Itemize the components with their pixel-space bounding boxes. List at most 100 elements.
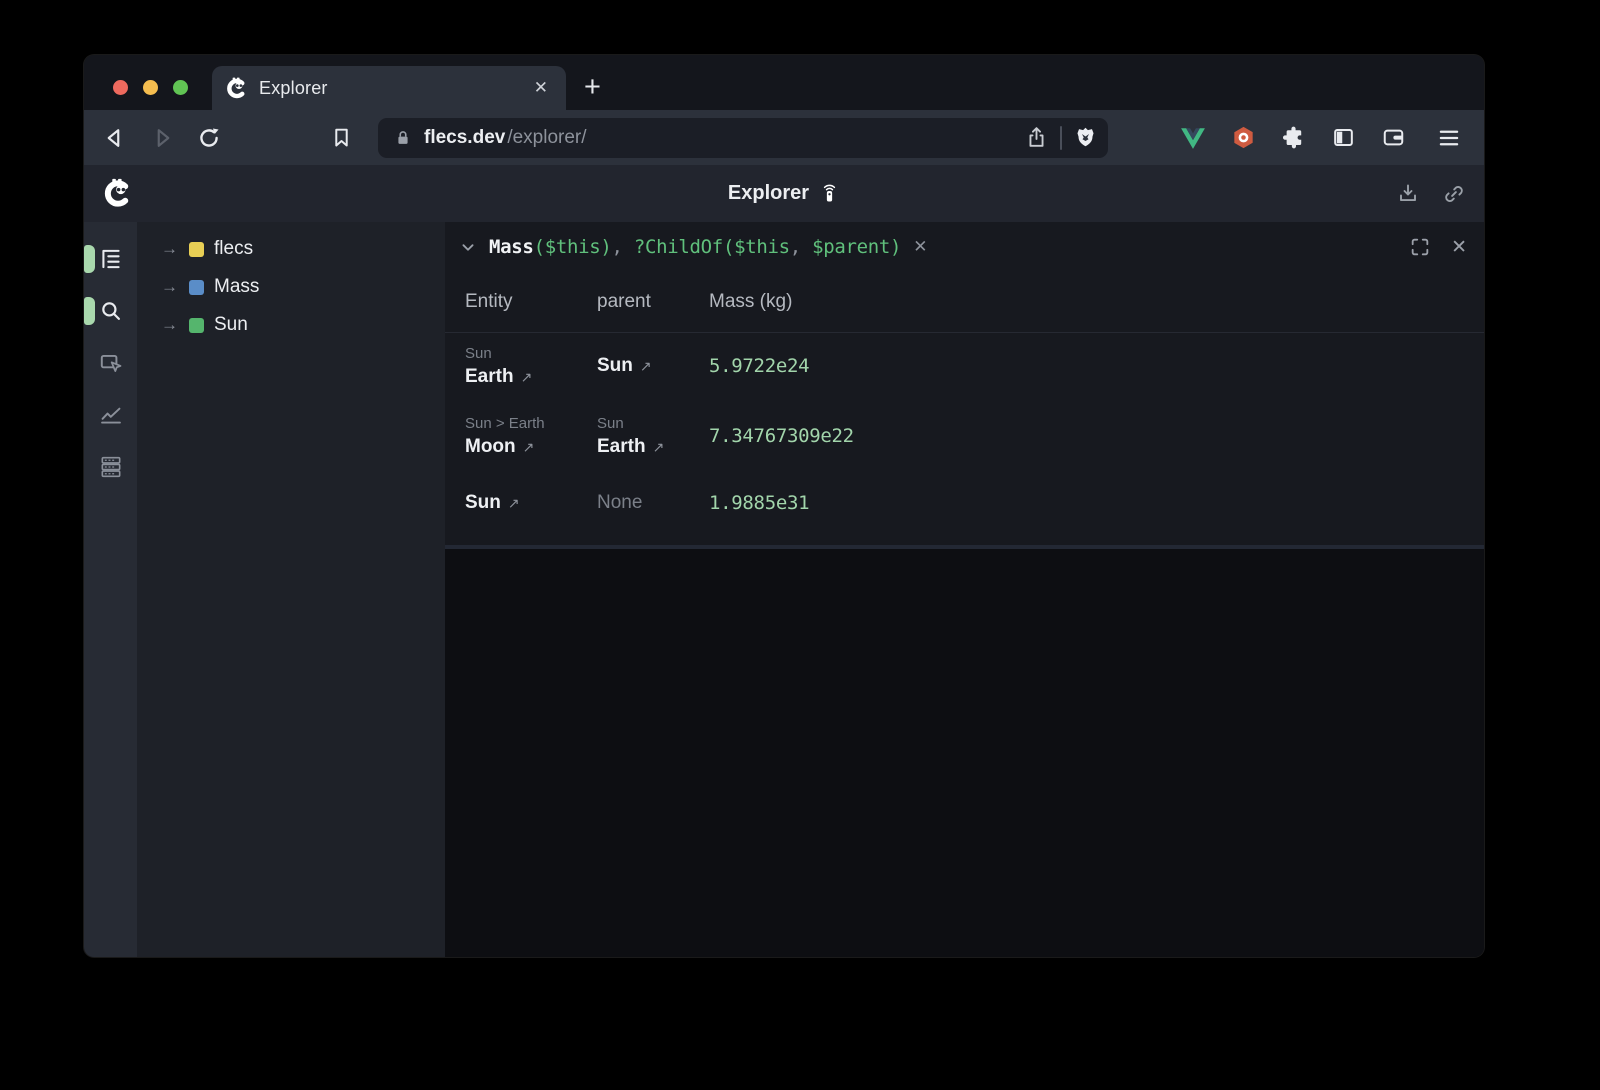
query-expression[interactable]: Mass($this), ?ChildOf($this, $parent) (489, 236, 901, 258)
share-icon[interactable] (1024, 125, 1049, 150)
expand-arrow-icon[interactable]: → (161, 277, 179, 297)
active-indicator-pill (84, 245, 95, 273)
expand-arrow-icon[interactable]: → (161, 315, 179, 335)
entity-color-swatch (189, 318, 204, 333)
brave-shields-icon[interactable] (1073, 125, 1098, 150)
inspect-cursor-icon[interactable] (98, 350, 124, 376)
content-area: → flecs → Mass → Sun (84, 222, 1484, 957)
parent-cell: Sun ↗ (597, 354, 709, 379)
open-entity-icon[interactable]: ↗ (653, 438, 665, 456)
header-actions (1396, 182, 1466, 206)
menu-hamburger-icon[interactable] (1432, 121, 1466, 155)
extensions-puzzle-icon[interactable] (1281, 125, 1306, 150)
tab-title: Explorer (259, 78, 521, 99)
parent-path: Sun (597, 413, 709, 435)
entity-link[interactable]: Sun (465, 491, 501, 516)
parent-link[interactable]: Earth (597, 435, 646, 460)
navigation-bar: flecs.dev /explorer/ (84, 110, 1484, 165)
tree-item-flecs[interactable]: → flecs (137, 230, 445, 268)
query-term: Mass (489, 236, 534, 258)
lock-icon (393, 128, 413, 148)
entity-cell: Sun Earth ↗ (465, 343, 597, 389)
entity-color-swatch (189, 280, 204, 295)
vue-devtools-extension-icon[interactable] (1180, 126, 1206, 150)
url-domain: flecs.dev (424, 127, 505, 149)
search-icon[interactable] (98, 298, 124, 324)
reload-button[interactable] (192, 121, 226, 155)
hexagon-extension-icon[interactable] (1231, 125, 1256, 150)
parent-link[interactable]: Sun (597, 354, 633, 379)
journal-log-icon[interactable] (98, 454, 124, 480)
tree-item-label[interactable]: Sun (214, 314, 248, 336)
bookmark-icon[interactable] (324, 121, 358, 155)
sidebar-toggle-icon[interactable] (1331, 125, 1356, 150)
wallet-icon[interactable] (1381, 125, 1406, 150)
new-tab-button[interactable]: + (584, 73, 601, 102)
entity-path: Sun (465, 343, 597, 365)
tab-explorer[interactable]: Explorer ✕ (212, 66, 566, 110)
tree-item-label[interactable]: flecs (214, 238, 253, 260)
query-term: $parent) (812, 236, 901, 258)
sidebar-icon-strip (84, 222, 137, 957)
entity-link[interactable]: Moon (465, 435, 516, 460)
back-button[interactable] (98, 121, 132, 155)
entity-color-swatch (189, 242, 204, 257)
query-remove-icon[interactable]: ✕ (913, 237, 927, 257)
tab-close-icon[interactable]: ✕ (532, 76, 550, 100)
url-bar[interactable]: flecs.dev /explorer/ (378, 118, 1108, 158)
query-header: Mass($this), ?ChildOf($this, $parent) ✕ … (445, 222, 1484, 272)
fullscreen-icon[interactable] (1409, 236, 1431, 258)
entity-path: Sun > Earth (465, 413, 597, 435)
chevron-down-icon[interactable] (457, 236, 479, 258)
url-path: /explorer/ (507, 127, 586, 149)
parent-cell: None (597, 492, 709, 514)
traffic-lights (84, 66, 212, 110)
download-icon[interactable] (1396, 182, 1420, 206)
entities-tree-icon[interactable] (98, 246, 124, 272)
empty-canvas (445, 549, 1484, 957)
open-entity-icon[interactable]: ↗ (508, 494, 520, 512)
flecs-favicon-icon (225, 77, 248, 100)
results-table-body: Sun Earth ↗ Sun ↗ 5.9722e (445, 332, 1484, 545)
query-term: ($this) (534, 236, 612, 258)
tree-item-mass[interactable]: → Mass (137, 268, 445, 306)
query-panel: Mass($this), ?ChildOf($this, $parent) ✕ … (445, 222, 1484, 549)
query-separator: , (612, 236, 634, 258)
column-header-entity: Entity (465, 291, 597, 313)
query-close-icon[interactable]: ✕ (1451, 236, 1467, 259)
forward-button[interactable] (145, 121, 179, 155)
tree-item-sun[interactable]: → Sun (137, 306, 445, 344)
remote-connection-icon (819, 183, 840, 204)
link-icon[interactable] (1442, 182, 1466, 206)
table-row: Sun Earth ↗ Sun ↗ 5.9722e (445, 333, 1484, 399)
flecs-logo-icon[interactable] (102, 178, 133, 209)
table-row: Sun > Earth Moon ↗ Sun Earth ↗ (445, 399, 1484, 473)
mass-value: 1.9885e31 (709, 492, 1484, 514)
table-row: Sun ↗ None 1.9885e31 (445, 473, 1484, 533)
page-title-wrap: Explorer (84, 182, 1484, 205)
tab-bar: Explorer ✕ + (84, 55, 1484, 110)
open-entity-icon[interactable]: ↗ (521, 368, 533, 386)
zoom-window-button[interactable] (173, 80, 188, 95)
entity-tree-panel: → flecs → Mass → Sun (137, 222, 445, 957)
parent-cell: Sun Earth ↗ (597, 413, 709, 459)
stats-chart-icon[interactable] (98, 402, 124, 428)
parent-none: None (597, 492, 642, 513)
extension-toolbar (1180, 125, 1406, 150)
active-indicator-pill (84, 297, 95, 325)
page-title: Explorer (728, 182, 809, 205)
mass-value: 5.9722e24 (709, 355, 1484, 377)
url-divider (1060, 126, 1062, 150)
entity-link[interactable]: Earth (465, 365, 514, 390)
minimize-window-button[interactable] (143, 80, 158, 95)
close-window-button[interactable] (113, 80, 128, 95)
mass-value: 7.34767309e22 (709, 425, 1484, 447)
entity-cell: Sun ↗ (465, 491, 597, 516)
entity-cell: Sun > Earth Moon ↗ (465, 413, 597, 459)
open-entity-icon[interactable]: ↗ (523, 438, 535, 456)
tree-item-label[interactable]: Mass (214, 276, 259, 298)
expand-arrow-icon[interactable]: → (161, 239, 179, 259)
open-entity-icon[interactable]: ↗ (640, 357, 652, 375)
results-table-header: Entity parent Mass (kg) (445, 272, 1484, 332)
query-separator: , (790, 236, 812, 258)
